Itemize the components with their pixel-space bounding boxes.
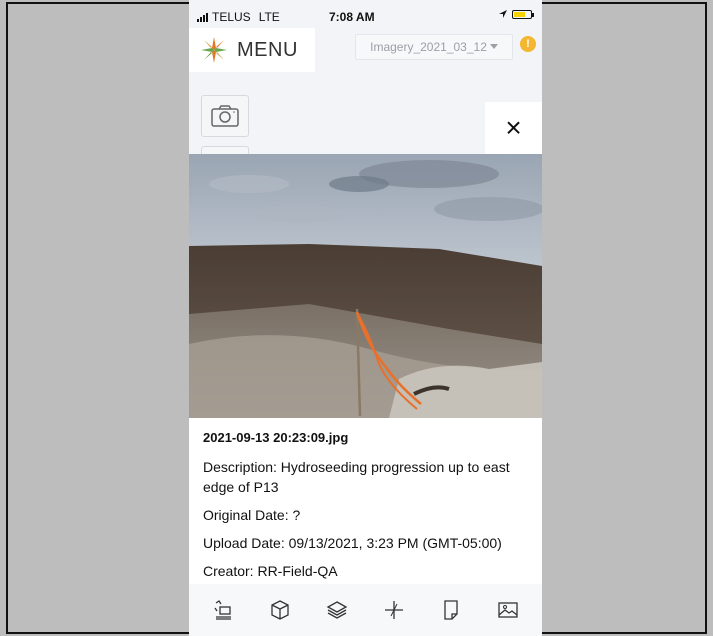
menu-button[interactable]: MENU [189,28,315,72]
camera-button[interactable] [201,95,249,137]
3d-box-icon [271,600,289,620]
network-type: LTE [258,10,280,24]
photo-detail-panel: 2021-09-13 20:23:09.jpg Description: Hyd… [189,154,542,636]
photo-original-date: Original Date: ? [203,507,301,523]
imagery-dropdown[interactable]: Imagery_2021_03_12 [355,34,513,60]
image-gallery-icon [497,602,518,618]
3d-view-button[interactable] [266,596,294,624]
warning-badge[interactable]: ! [520,36,536,52]
status-bar: TELUS LTE 7:08 AM [189,0,542,28]
camera-icon [211,105,239,127]
measure-tool-button[interactable] [209,596,237,624]
status-time: 7:08 AM [329,10,375,24]
notes-button[interactable] [437,596,465,624]
location-arrow-icon [499,10,507,18]
carrier-name: TELUS [212,10,251,24]
caret-down-icon [489,44,498,49]
image-gallery-button[interactable] [494,596,522,624]
menu-label: MENU [237,38,298,61]
bottom-toolbar [189,584,542,636]
crosshair-icon [384,601,403,619]
layers-icon [326,601,348,619]
close-button[interactable]: × [485,102,542,154]
site-photo [189,154,542,418]
battery-icon [512,9,534,19]
photo-info: 2021-09-13 20:23:09.jpg Description: Hyd… [203,430,533,589]
layers-button[interactable] [323,596,351,624]
close-icon: × [505,112,522,143]
compass-star-logo [201,37,227,63]
note-icon [444,600,458,620]
signal-icon [197,12,208,22]
photo-filename: 2021-09-13 20:23:09.jpg [203,430,349,445]
photo-upload-date: Upload Date: 09/13/2021, 3:23 PM (GMT-05… [203,535,502,551]
imagery-selected-value: Imagery_2021_03_12 [370,40,487,54]
photo-description: Description: Hydroseeding progression up… [203,459,510,495]
measure-tool-icon [214,600,232,620]
phone-screen: TELUS LTE 7:08 AM MENU Imagery_2021_03_1… [189,0,542,636]
crosshair-button[interactable] [380,596,408,624]
photo-creator: Creator: RR-Field-QA [203,563,338,579]
